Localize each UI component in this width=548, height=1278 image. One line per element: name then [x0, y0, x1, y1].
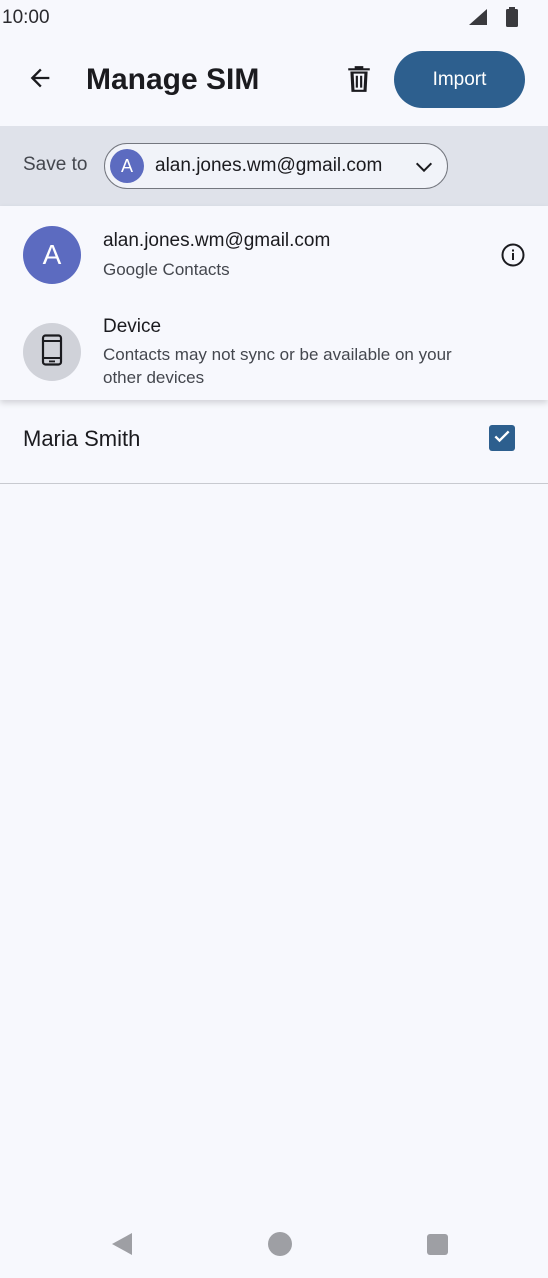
nav-recents-icon[interactable]: [427, 1234, 448, 1255]
menu-item-device[interactable]: Device Contacts may not sync or be avail…: [0, 304, 548, 400]
chip-avatar: A: [110, 149, 144, 183]
account-avatar: A: [23, 226, 81, 284]
account-selector[interactable]: A alan.jones.wm@gmail.com: [104, 143, 448, 189]
contact-row[interactable]: Maria Smith: [0, 392, 548, 484]
selected-account-email: alan.jones.wm@gmail.com: [155, 155, 383, 176]
save-to-bar: Save to A alan.jones.wm@gmail.com: [0, 126, 548, 206]
menu-item-title: Device: [103, 316, 162, 337]
phone-icon: [41, 333, 63, 371]
nav-back-icon[interactable]: [110, 1232, 134, 1261]
arrow-back-icon: [26, 64, 54, 97]
menu-item-title: alan.jones.wm@gmail.com: [103, 230, 331, 251]
screen: 10:00 Manage SIM Import Save to A alan.j…: [0, 0, 548, 1278]
save-to-label: Save to: [23, 154, 88, 175]
menu-item-subtitle: Google Contacts: [103, 260, 230, 279]
top-app-bar: Manage SIM Import: [0, 36, 548, 126]
device-avatar: [23, 323, 81, 381]
system-nav-bar: [0, 1210, 548, 1278]
trash-icon: [346, 65, 372, 98]
status-time: 10:00: [2, 7, 50, 28]
status-bar: 10:00: [0, 0, 548, 36]
nav-home-icon[interactable]: [268, 1232, 292, 1256]
signal-icon: [468, 8, 488, 26]
menu-item-google-account[interactable]: A alan.jones.wm@gmail.com Google Contact…: [0, 206, 548, 304]
import-button[interactable]: Import: [394, 51, 525, 108]
menu-item-subtitle: Contacts may not sync or be available on…: [103, 345, 452, 387]
delete-button[interactable]: [338, 60, 380, 102]
back-button[interactable]: [20, 60, 60, 100]
page-title: Manage SIM: [86, 63, 260, 96]
chevron-down-icon: [413, 156, 435, 178]
info-icon[interactable]: [500, 242, 526, 268]
contact-name: Maria Smith: [23, 426, 141, 451]
contact-checkbox[interactable]: [489, 425, 515, 451]
account-dropdown-menu: A alan.jones.wm@gmail.com Google Contact…: [0, 206, 548, 400]
battery-icon: [505, 7, 519, 27]
checkmark-icon: [492, 426, 512, 451]
